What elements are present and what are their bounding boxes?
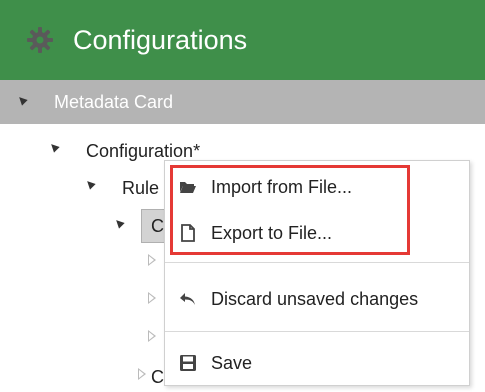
collapsed-triangle-icon[interactable] bbox=[148, 330, 156, 342]
document-icon bbox=[181, 224, 195, 242]
expanded-triangle-icon[interactable] bbox=[16, 94, 28, 106]
tree-item-bottom[interactable]: C bbox=[151, 365, 164, 389]
metadata-card-section[interactable]: Metadata Card bbox=[0, 80, 485, 124]
section-label: Metadata Card bbox=[54, 92, 174, 112]
context-menu: Import from File... Export to File... Di… bbox=[164, 160, 470, 386]
folder-open-icon bbox=[180, 182, 196, 193]
menu-separator bbox=[165, 262, 469, 263]
menu-item-label: Discard unsaved changes bbox=[211, 289, 419, 309]
page-title: Configurations bbox=[73, 25, 248, 55]
expanded-triangle-icon[interactable] bbox=[48, 141, 60, 153]
menu-item-label: Export to File... bbox=[211, 223, 333, 243]
save-menu-item[interactable]: Save bbox=[165, 343, 469, 383]
menu-item-label: Save bbox=[211, 353, 253, 373]
expanded-triangle-icon[interactable] bbox=[113, 217, 125, 229]
menu-item-label: Import from File... bbox=[211, 177, 353, 197]
menu-separator bbox=[165, 331, 469, 332]
expanded-triangle-icon[interactable] bbox=[84, 178, 96, 190]
gear-icon[interactable] bbox=[26, 26, 54, 54]
discard-unsaved-changes-menu-item[interactable]: Discard unsaved changes bbox=[165, 279, 469, 319]
import-from-file-menu-item[interactable]: Import from File... bbox=[165, 167, 469, 207]
save-icon bbox=[180, 355, 196, 371]
tree-item-rule[interactable]: Rule bbox=[122, 176, 159, 200]
collapsed-triangle-icon[interactable] bbox=[148, 292, 156, 304]
export-to-file-menu-item[interactable]: Export to File... bbox=[165, 213, 469, 253]
collapsed-triangle-icon[interactable] bbox=[138, 368, 146, 380]
tree-item-child[interactable]: C bbox=[151, 214, 164, 238]
undo-icon bbox=[180, 293, 195, 305]
collapsed-triangle-icon[interactable] bbox=[148, 254, 156, 266]
app-header: Configurations bbox=[0, 0, 485, 80]
